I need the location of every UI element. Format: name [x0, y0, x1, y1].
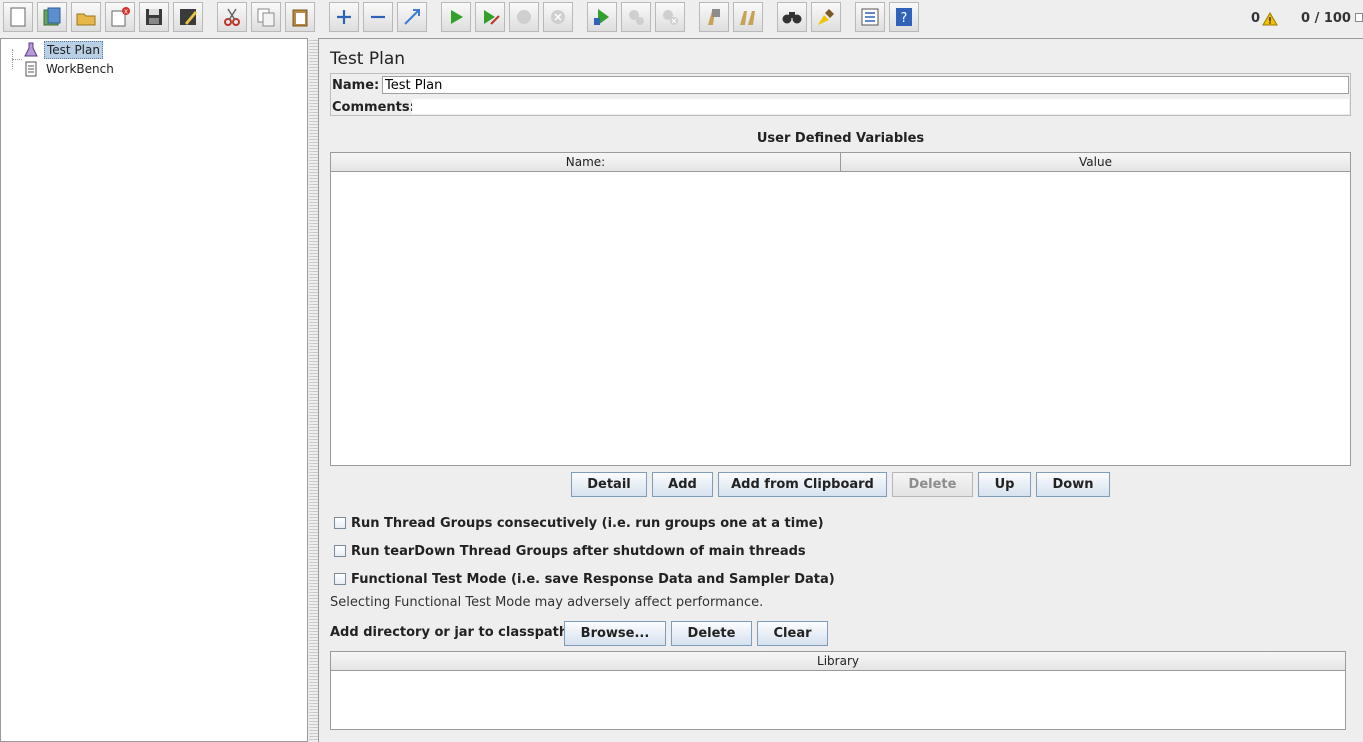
- workbench-icon: [25, 61, 37, 77]
- clear-button[interactable]: Clear: [757, 621, 828, 646]
- save-as-icon[interactable]: [173, 2, 203, 32]
- remote-stop-icon: [621, 2, 651, 32]
- udv-column-name[interactable]: Name:: [331, 153, 841, 172]
- tree-item-label: WorkBench: [46, 62, 114, 76]
- page-title: Test Plan: [330, 49, 406, 69]
- new-file-icon[interactable]: [3, 2, 33, 32]
- remote-shutdown-icon: [655, 2, 685, 32]
- expand-icon[interactable]: [329, 2, 359, 32]
- detail-button[interactable]: Detail: [571, 472, 647, 497]
- udv-table[interactable]: Name: Value: [330, 152, 1351, 466]
- run-consecutively-checkbox[interactable]: Run Thread Groups consecutively (i.e. ru…: [334, 514, 824, 532]
- warning-icon[interactable]: [1262, 12, 1278, 26]
- paste-icon[interactable]: [285, 2, 315, 32]
- delete-button: Delete: [892, 472, 973, 497]
- comments-input[interactable]: [412, 99, 1349, 114]
- add-from-clipboard-button[interactable]: Add from Clipboard: [718, 472, 887, 497]
- classpath-delete-button[interactable]: Delete: [671, 621, 752, 646]
- tree-guide: [12, 59, 22, 60]
- toggle-icon[interactable]: [397, 2, 427, 32]
- name-input[interactable]: [382, 76, 1349, 94]
- search-icon[interactable]: [777, 2, 807, 32]
- down-button[interactable]: Down: [1036, 472, 1110, 497]
- shutdown-icon: [543, 2, 573, 32]
- tree-panel: Test Plan WorkBench: [0, 38, 308, 742]
- reset-search-icon[interactable]: [811, 2, 841, 32]
- close-icon[interactable]: x: [105, 2, 135, 32]
- functional-test-mode-checkbox[interactable]: Functional Test Mode (i.e. save Response…: [334, 570, 835, 588]
- run-teardown-checkbox[interactable]: Run tearDown Thread Groups after shutdow…: [334, 542, 806, 560]
- test-plan-icon: [24, 42, 38, 57]
- thread-count: 0 / 100: [1301, 11, 1351, 26]
- toolbar: x ? 0 0 / 100: [0, 0, 1363, 38]
- error-count: 0: [1251, 11, 1261, 26]
- tree-item-workbench[interactable]: WorkBench: [23, 60, 116, 78]
- svg-text:?: ?: [901, 11, 908, 26]
- function-helper-icon[interactable]: [855, 2, 885, 32]
- tree-item-test-plan[interactable]: Test Plan: [23, 41, 103, 59]
- library-column[interactable]: Library: [331, 652, 1345, 671]
- checkbox-label: Run Thread Groups consecutively (i.e. ru…: [351, 515, 824, 531]
- copy-icon[interactable]: [251, 2, 281, 32]
- udv-column-value[interactable]: Value: [841, 153, 1350, 172]
- help-icon[interactable]: ?: [889, 2, 919, 32]
- up-button[interactable]: Up: [978, 472, 1031, 497]
- tree-item-label: Test Plan: [44, 41, 103, 59]
- library-table[interactable]: Library: [330, 651, 1346, 730]
- svg-text:x: x: [124, 8, 128, 16]
- cut-icon[interactable]: [217, 2, 247, 32]
- clear-icon[interactable]: [699, 2, 729, 32]
- checkbox[interactable]: [334, 545, 346, 557]
- start-no-pause-icon[interactable]: [475, 2, 505, 32]
- browse-button[interactable]: Browse...: [564, 621, 666, 646]
- add-button[interactable]: Add: [652, 472, 713, 497]
- splitter[interactable]: [309, 38, 318, 742]
- open-icon[interactable]: [71, 2, 101, 32]
- comments-label: Comments:: [332, 100, 415, 115]
- checkbox-label: Run tearDown Thread Groups after shutdow…: [351, 543, 806, 559]
- classpath-label: Add directory or jar to classpath: [330, 625, 569, 640]
- start-icon[interactable]: [441, 2, 471, 32]
- thread-indicator-icon: [1355, 13, 1363, 22]
- stop-icon: [509, 2, 539, 32]
- save-icon[interactable]: [139, 2, 169, 32]
- remote-start-icon[interactable]: [587, 2, 617, 32]
- clear-all-icon[interactable]: [733, 2, 763, 32]
- checkbox[interactable]: [334, 573, 346, 585]
- functional-mode-note: Selecting Functional Test Mode may adver…: [330, 595, 764, 610]
- checkbox-label: Functional Test Mode (i.e. save Response…: [351, 571, 835, 587]
- templates-icon[interactable]: [37, 2, 67, 32]
- collapse-icon[interactable]: [363, 2, 393, 32]
- udv-title: User Defined Variables: [756, 131, 925, 146]
- checkbox[interactable]: [334, 517, 346, 529]
- name-label: Name:: [332, 78, 380, 93]
